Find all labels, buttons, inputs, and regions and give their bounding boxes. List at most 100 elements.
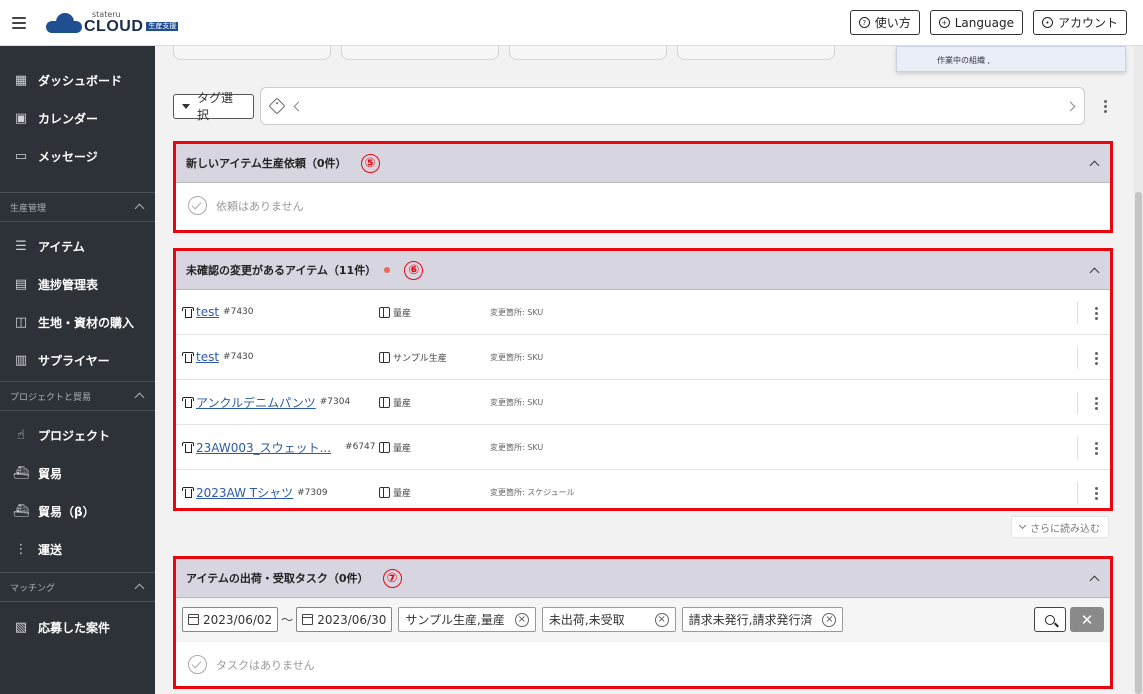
empty-state: 依頼はありません (176, 183, 1110, 228)
sidebar-item-materials[interactable]: ◫ 生地・資材の購入 (0, 303, 155, 341)
clear-circle-icon[interactable]: × (822, 612, 837, 627)
sidebar-item-transport[interactable]: ⋮ 運送 (0, 530, 155, 568)
chevron-up-icon (134, 203, 145, 214)
top-tab[interactable] (173, 46, 331, 60)
item-number: #7309 (297, 487, 328, 498)
production-type: 量産 (379, 441, 411, 454)
unread-dot (384, 267, 391, 273)
sidebar-item-label: 貿易 (38, 466, 63, 481)
sidebar-item-trade[interactable]: ⛴ 貿易 (0, 454, 155, 492)
sidebar: ▦ ダッシュボード ▣ カレンダー ▭ メッセージ 生産管理 ☰ アイテム ▤ … (0, 46, 155, 694)
panel-header[interactable]: 新しいアイテム生産依頼（0件） ⑤ (176, 144, 1110, 183)
clear-filter-button[interactable]: ✕ (1070, 607, 1104, 632)
panel-header[interactable]: アイテムの出荷・受取タスク（0件） ⑦ (176, 559, 1110, 598)
panel-title: 新しいアイテム生産依頼（0件） (186, 157, 347, 170)
calendar-icon (188, 614, 199, 625)
filter-chip-shipping-status[interactable]: 未出荷,未受取 × (541, 607, 676, 632)
top-tab[interactable] (677, 46, 835, 60)
chevron-up-icon[interactable] (1089, 267, 1100, 277)
annotation-marker: ⑥ (404, 260, 424, 280)
production-type: 量産 (379, 306, 411, 319)
item-number: #7304 (319, 397, 351, 407)
load-more-button[interactable]: さらに読み込む (1011, 516, 1109, 538)
dashboard-icon: ▦ (14, 72, 28, 88)
filter-chip-invoice-status[interactable]: 請求未発行,請求発行済 × (681, 607, 844, 632)
chevron-up-icon[interactable] (1089, 575, 1100, 585)
menu-icon[interactable] (12, 16, 26, 29)
more-options-icon[interactable] (1088, 441, 1104, 455)
filter-chip-production-type[interactable]: サンプル生産,量産 × (398, 607, 536, 632)
more-options-icon[interactable] (1088, 351, 1104, 365)
chip-label: 請求未発行,請求発行済 (688, 613, 813, 627)
app-logo[interactable]: stateru CLOUD 生産支援 (46, 10, 179, 35)
clear-circle-icon[interactable]: × (514, 612, 529, 627)
account-button[interactable]: • アカウント (1032, 10, 1127, 35)
item-link[interactable]: test (196, 305, 219, 319)
ship-icon: ⛴ (12, 503, 30, 519)
sidebar-item-projects[interactable]: ☝ プロジェクト (0, 416, 155, 454)
item-link[interactable]: 23AW003_スウェット... (196, 439, 331, 456)
row-menu[interactable] (1077, 437, 1104, 459)
sidebar-section-matching[interactable]: マッチング (0, 573, 155, 601)
sidebar-section-projects[interactable]: プロジェクトと貿易 (0, 382, 155, 410)
sidebar-item-trade-beta[interactable]: ⛴ 貿易（β） (0, 492, 155, 530)
top-tab[interactable] (341, 46, 499, 60)
item-number: #6747 (345, 442, 376, 452)
more-options-icon[interactable] (1088, 306, 1104, 320)
chevron-left-icon[interactable] (293, 101, 304, 111)
clear-circle-icon[interactable]: × (654, 612, 669, 627)
box-icon (379, 306, 390, 318)
more-options-icon[interactable] (1088, 396, 1104, 410)
sidebar-item-label: 貿易（β） (38, 504, 95, 519)
building-icon: ▥ (14, 352, 28, 368)
tag-field[interactable] (259, 87, 1086, 125)
chevron-down-icon (1018, 521, 1027, 530)
item-link[interactable]: 2023AW Tシャツ (196, 484, 293, 501)
scrollbar-thumb[interactable] (1135, 192, 1142, 694)
sidebar-section-production[interactable]: 生産管理 (0, 193, 155, 221)
date-from-field[interactable]: 2023/06/02 (182, 607, 279, 632)
sidebar-item-label: 生地・資材の購入 (38, 315, 135, 330)
chevron-up-icon[interactable] (1089, 160, 1100, 170)
production-type-label: 量産 (393, 398, 412, 409)
sidebar-item-messages[interactable]: ▭ メッセージ (0, 137, 155, 175)
sidebar-section-title: プロジェクトと貿易 (10, 392, 92, 403)
calendar-icon: ▣ (14, 110, 28, 126)
top-tab[interactable] (509, 46, 667, 60)
item-link[interactable]: test (196, 350, 219, 364)
change-location: 変更箇所: SKU (490, 307, 544, 317)
sidebar-item-suppliers[interactable]: ▥ サプライヤー (0, 341, 155, 379)
production-type-label: サンプル生産 (393, 353, 447, 364)
item-link[interactable]: アンクルデニムパンツ (196, 394, 316, 411)
sidebar-item-items[interactable]: ☰ アイテム (0, 227, 155, 265)
row-menu[interactable] (1077, 392, 1104, 414)
production-type-label: 量産 (393, 489, 412, 499)
search-button[interactable] (1034, 607, 1066, 632)
sidebar-item-applied-projects[interactable]: ▧ 応募した案件 (0, 608, 155, 646)
chevron-right-icon[interactable] (1065, 101, 1076, 111)
row-menu[interactable] (1077, 302, 1104, 324)
more-options-icon[interactable] (1088, 486, 1104, 500)
tag-select-button[interactable]: タグ選択 (173, 91, 254, 122)
language-button[interactable]: + Language (929, 10, 1023, 35)
more-options-icon[interactable] (1097, 99, 1113, 113)
help-button[interactable]: ? 使い方 (849, 10, 920, 35)
date-to-field[interactable]: 2023/06/30 (296, 607, 393, 632)
row-menu[interactable] (1077, 482, 1104, 504)
sidebar-item-progress-table[interactable]: ▤ 進捗管理表 (0, 265, 155, 303)
load-more-label: さらに読み込む (1030, 523, 1100, 535)
change-location: 変更箇所: SKU (490, 352, 544, 362)
sidebar-item-dashboard[interactable]: ▦ ダッシュボード (0, 61, 155, 99)
panel-header[interactable]: 未確認の変更があるアイテム（11件） ⑥ (176, 251, 1110, 290)
search-icon (1045, 614, 1055, 625)
chevron-up-icon (134, 583, 145, 594)
new-requests-panel: 新しいアイテム生産依頼（0件） ⑤ 依頼はありません (173, 141, 1113, 233)
box-icon (379, 487, 390, 498)
row-menu[interactable] (1077, 347, 1104, 369)
table-row: test #7430 サンプル生産 変更箇所: SKU (176, 335, 1110, 380)
sidebar-item-calendar[interactable]: ▣ カレンダー (0, 99, 155, 137)
thumbs-up-icon: ☝ (17, 427, 25, 443)
annotation-marker: ⑤ (360, 153, 380, 173)
box-icon (379, 441, 390, 453)
scrollbar[interactable] (1134, 46, 1143, 694)
